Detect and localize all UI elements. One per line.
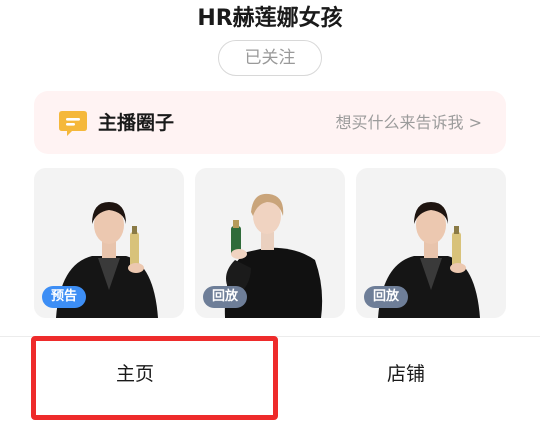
tab-shop[interactable]: 店铺	[336, 352, 476, 396]
video-thumbnail-1[interactable]: 预告	[34, 168, 184, 318]
video-tag: 预告	[42, 286, 87, 308]
anchor-circle-card[interactable]: 主播圈子 想买什么来告诉我 >	[34, 91, 506, 154]
circle-tip-link[interactable]: 想买什么来告诉我 >	[336, 111, 483, 135]
chat-bubble-icon	[59, 111, 87, 136]
video-thumbnail-2[interactable]: 回放	[195, 168, 345, 318]
video-tag: 回放	[364, 286, 409, 308]
video-tag: 回放	[203, 286, 248, 308]
follow-button[interactable]: 已关注	[218, 40, 322, 76]
circle-title: 主播圈子	[98, 112, 175, 134]
video-thumbnail-3[interactable]: 回放	[356, 168, 506, 318]
highlight-box	[31, 336, 278, 420]
page-title: HR赫莲娜女孩	[197, 6, 343, 31]
